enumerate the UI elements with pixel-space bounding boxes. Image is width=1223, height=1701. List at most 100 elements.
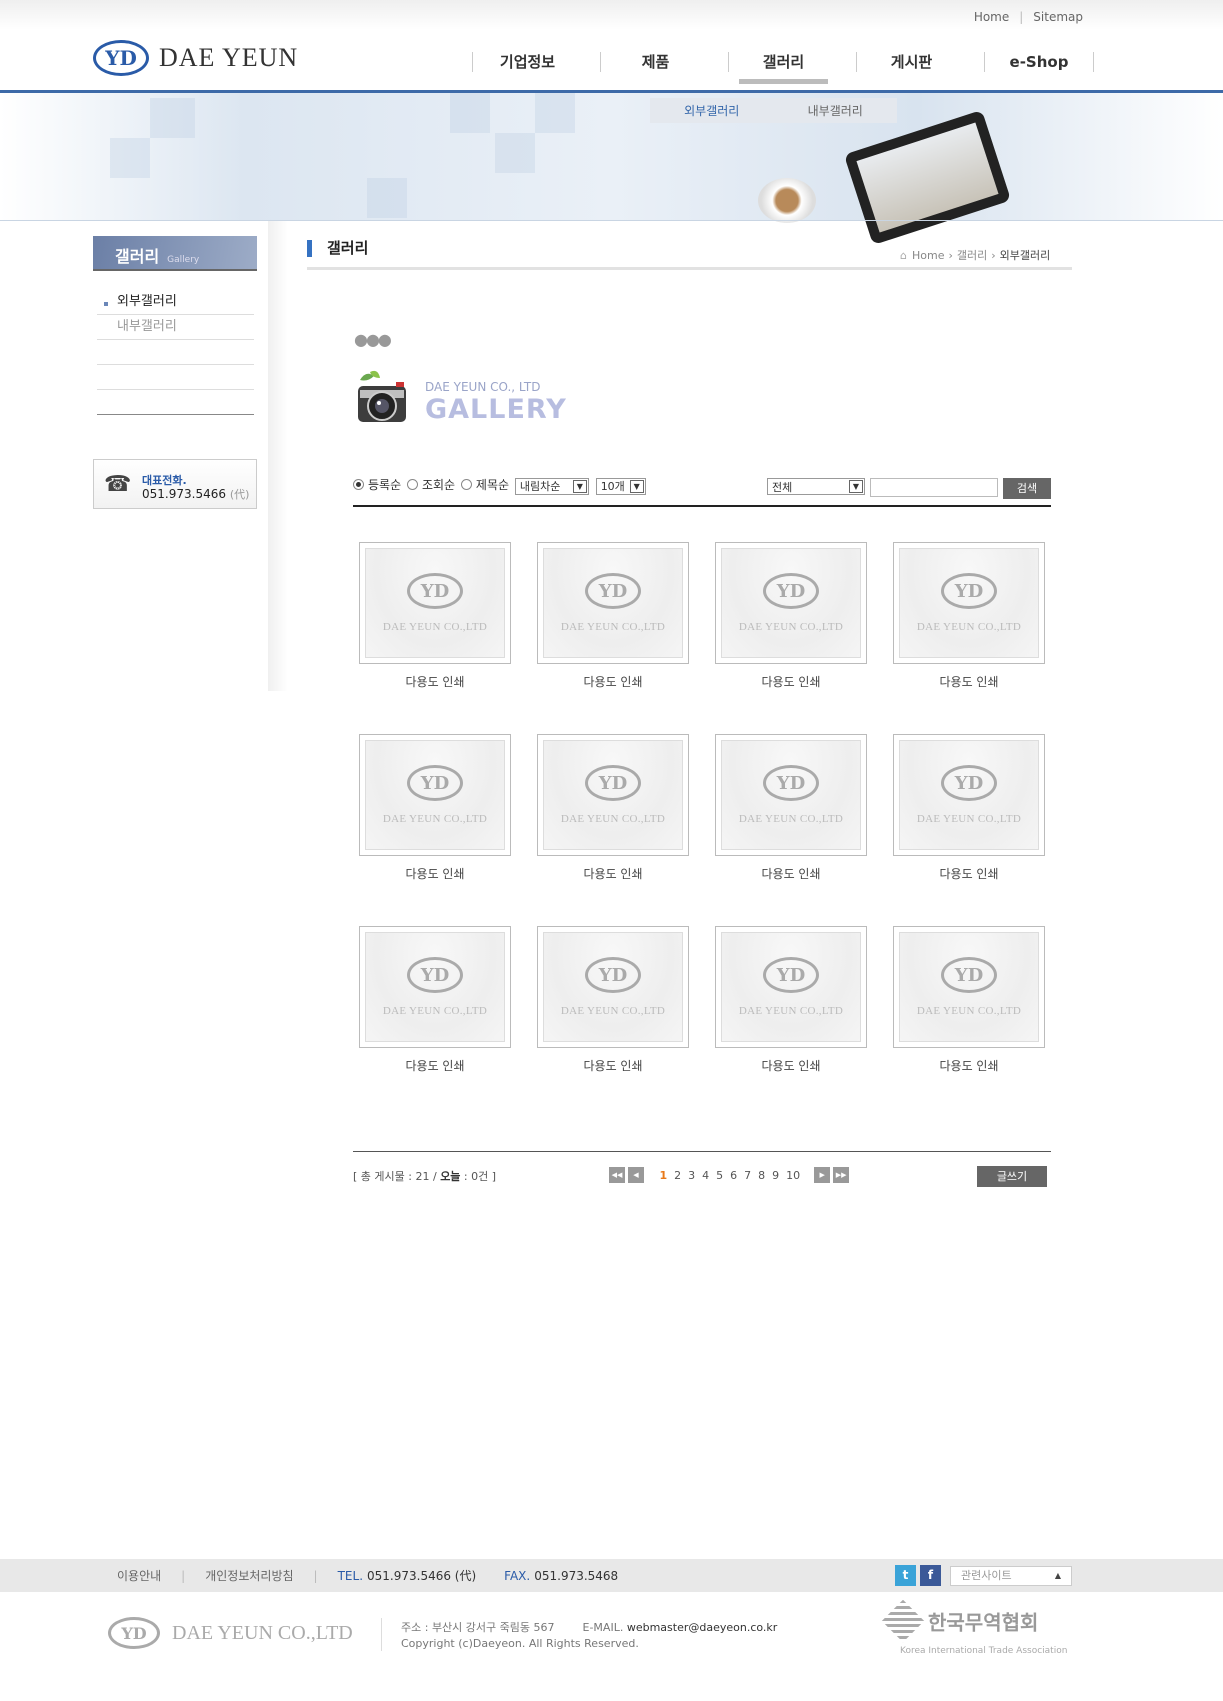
logo-mark-icon: YD: [407, 573, 463, 609]
gallery-caption[interactable]: 다용도 인쇄: [715, 1057, 867, 1074]
page-number[interactable]: 7: [744, 1169, 751, 1182]
count-select[interactable]: 10개 ▼: [595, 477, 646, 495]
subnav-internal-gallery[interactable]: 내부갤러리: [774, 102, 898, 119]
gallery-item[interactable]: YD DAE YEUN CO.,LTD 다용도 인쇄: [359, 734, 511, 882]
tel-label: TEL.: [337, 1568, 364, 1583]
logo[interactable]: YD DAE YEUN: [93, 40, 298, 76]
sidebar-item-internal-gallery[interactable]: 내부갤러리: [97, 315, 254, 340]
nav-eshop[interactable]: e-Shop: [984, 52, 1094, 72]
gallery-thumbnail[interactable]: YD DAE YEUN CO.,LTD: [715, 926, 867, 1048]
nav-company-info[interactable]: 기업정보: [472, 52, 582, 72]
email-label: E-MAIL.: [582, 1621, 624, 1634]
first-page-icon[interactable]: ◀◀: [609, 1167, 625, 1183]
main-nav: 기업정보 제품 갤러리 게시판 e-Shop: [472, 52, 1112, 84]
top-link-home[interactable]: Home: [974, 10, 1009, 24]
footer-company-name: DAE YEUN CO.,LTD: [172, 1621, 353, 1644]
today-label: 오늘: [440, 1170, 461, 1183]
gallery-item[interactable]: YD DAE YEUN CO.,LTD 다용도 인쇄: [359, 926, 511, 1074]
write-button[interactable]: 글쓰기: [977, 1166, 1047, 1187]
page-number[interactable]: 3: [688, 1169, 695, 1182]
kita-logo[interactable]: 한국무역협회: [881, 1599, 1039, 1643]
page-title: 갤러리: [307, 240, 368, 257]
gallery-caption[interactable]: 다용도 인쇄: [537, 1057, 689, 1074]
email-link[interactable]: webmaster@daeyeon.co.kr: [627, 1621, 777, 1634]
search-button[interactable]: 검색: [1003, 478, 1051, 499]
gallery-caption[interactable]: 다용도 인쇄: [359, 673, 511, 690]
logo-mark-icon: YD: [407, 765, 463, 801]
prev-page-icon[interactable]: ◀: [628, 1167, 644, 1183]
nav-gallery[interactable]: 갤러리: [728, 52, 838, 84]
chevron-right-icon: ›: [948, 248, 953, 262]
gallery-item[interactable]: YD DAE YEUN CO.,LTD 다용도 인쇄: [537, 542, 689, 690]
twitter-icon[interactable]: t: [895, 1565, 916, 1586]
gallery-caption[interactable]: 다용도 인쇄: [893, 673, 1045, 690]
footer-link-privacy[interactable]: 개인정보처리방침: [205, 1567, 293, 1584]
gallery-thumbnail[interactable]: YD DAE YEUN CO.,LTD: [893, 542, 1045, 664]
gallery-item[interactable]: YD DAE YEUN CO.,LTD 다용도 인쇄: [893, 734, 1045, 882]
gallery-caption[interactable]: 다용도 인쇄: [537, 865, 689, 882]
telephone-icon: ☎: [104, 472, 132, 497]
nav-products[interactable]: 제품: [600, 52, 710, 72]
thumbnail-text: DAE YEUN CO.,LTD: [916, 1005, 1022, 1017]
gallery-item[interactable]: YD DAE YEUN CO.,LTD 다용도 인쇄: [715, 734, 867, 882]
page-number[interactable]: 1: [660, 1169, 668, 1182]
gallery-caption[interactable]: 다용도 인쇄: [359, 865, 511, 882]
gallery-thumbnail[interactable]: YD DAE YEUN CO.,LTD: [537, 542, 689, 664]
gallery-item[interactable]: YD DAE YEUN CO.,LTD 다용도 인쇄: [537, 926, 689, 1074]
phone-number-value: 051.973.5466: [142, 487, 226, 501]
facebook-icon[interactable]: f: [920, 1565, 941, 1586]
page-number[interactable]: 2: [674, 1169, 681, 1182]
nav-board[interactable]: 게시판: [856, 52, 966, 72]
radio-checked-icon: [353, 479, 364, 490]
gallery-item[interactable]: YD DAE YEUN CO.,LTD 다용도 인쇄: [537, 734, 689, 882]
page-number[interactable]: 5: [716, 1169, 723, 1182]
gallery-caption[interactable]: 다용도 인쇄: [715, 865, 867, 882]
gallery-item[interactable]: YD DAE YEUN CO.,LTD 다용도 인쇄: [715, 926, 867, 1074]
related-sites-select[interactable]: 관련사이트 ▲: [950, 1566, 1072, 1586]
search-input[interactable]: [870, 478, 998, 497]
sort-radio-registered[interactable]: 등록순: [353, 476, 401, 493]
total-label: 총 게시물: [360, 1170, 405, 1183]
gallery-thumbnail[interactable]: YD DAE YEUN CO.,LTD: [359, 542, 511, 664]
gallery-thumbnail[interactable]: YD DAE YEUN CO.,LTD: [893, 926, 1045, 1048]
thumbnail-text: DAE YEUN CO.,LTD: [916, 813, 1022, 825]
kita-name: 한국무역협회: [928, 1610, 1039, 1635]
gallery-caption[interactable]: 다용도 인쇄: [715, 673, 867, 690]
logo-mark-icon: YD: [93, 40, 149, 76]
gallery-thumbnail[interactable]: YD DAE YEUN CO.,LTD: [537, 734, 689, 856]
sort-radio-title[interactable]: 제목순: [460, 476, 509, 493]
gallery-thumbnail[interactable]: YD DAE YEUN CO.,LTD: [359, 734, 511, 856]
breadcrumb-home[interactable]: Home: [912, 249, 944, 262]
order-select[interactable]: 내림차순 ▼: [514, 477, 589, 495]
page-number[interactable]: 6: [730, 1169, 737, 1182]
search-field-select[interactable]: 전체 ▼: [767, 478, 865, 495]
gallery-caption[interactable]: 다용도 인쇄: [537, 673, 689, 690]
page-number[interactable]: 8: [758, 1169, 765, 1182]
phone-number: 051.973.5466 (代): [142, 486, 249, 502]
sort-radio-views[interactable]: 조회순: [406, 476, 455, 493]
subnav-external-gallery[interactable]: 외부갤러리: [650, 102, 774, 119]
gallery-item[interactable]: YD DAE YEUN CO.,LTD 다용도 인쇄: [715, 542, 867, 690]
footer-link-usage[interactable]: 이용안내: [117, 1567, 161, 1584]
gallery-thumbnail[interactable]: YD DAE YEUN CO.,LTD: [715, 542, 867, 664]
gallery-item[interactable]: YD DAE YEUN CO.,LTD 다용도 인쇄: [893, 926, 1045, 1074]
gallery-item[interactable]: YD DAE YEUN CO.,LTD 다용도 인쇄: [893, 542, 1045, 690]
top-link-sitemap[interactable]: Sitemap: [1033, 10, 1083, 24]
page-number[interactable]: 10: [786, 1169, 800, 1182]
gallery-thumbnail[interactable]: YD DAE YEUN CO.,LTD: [359, 926, 511, 1048]
gallery-item[interactable]: YD DAE YEUN CO.,LTD 다용도 인쇄: [359, 542, 511, 690]
gallery-caption[interactable]: 다용도 인쇄: [359, 1057, 511, 1074]
gallery-thumbnail[interactable]: YD DAE YEUN CO.,LTD: [893, 734, 1045, 856]
next-page-icon[interactable]: ▶: [814, 1167, 831, 1183]
chevron-right-icon: ›: [991, 248, 996, 262]
breadcrumb-gallery[interactable]: 갤러리: [957, 247, 987, 263]
page-number[interactable]: 9: [772, 1169, 779, 1182]
gallery-caption[interactable]: 다용도 인쇄: [893, 865, 1045, 882]
gallery-caption[interactable]: 다용도 인쇄: [893, 1057, 1045, 1074]
last-page-icon[interactable]: ▶▶: [833, 1167, 850, 1183]
page-number[interactable]: 4: [702, 1169, 709, 1182]
gallery-thumbnail[interactable]: YD DAE YEUN CO.,LTD: [715, 734, 867, 856]
gallery-thumbnail[interactable]: YD DAE YEUN CO.,LTD: [537, 926, 689, 1048]
footer-address: 주소 : 부산시 강서구 죽림동 567 E-MAIL. webmaster@da…: [401, 1620, 777, 1652]
sidebar-item-external-gallery[interactable]: 외부갤러리: [97, 290, 254, 315]
